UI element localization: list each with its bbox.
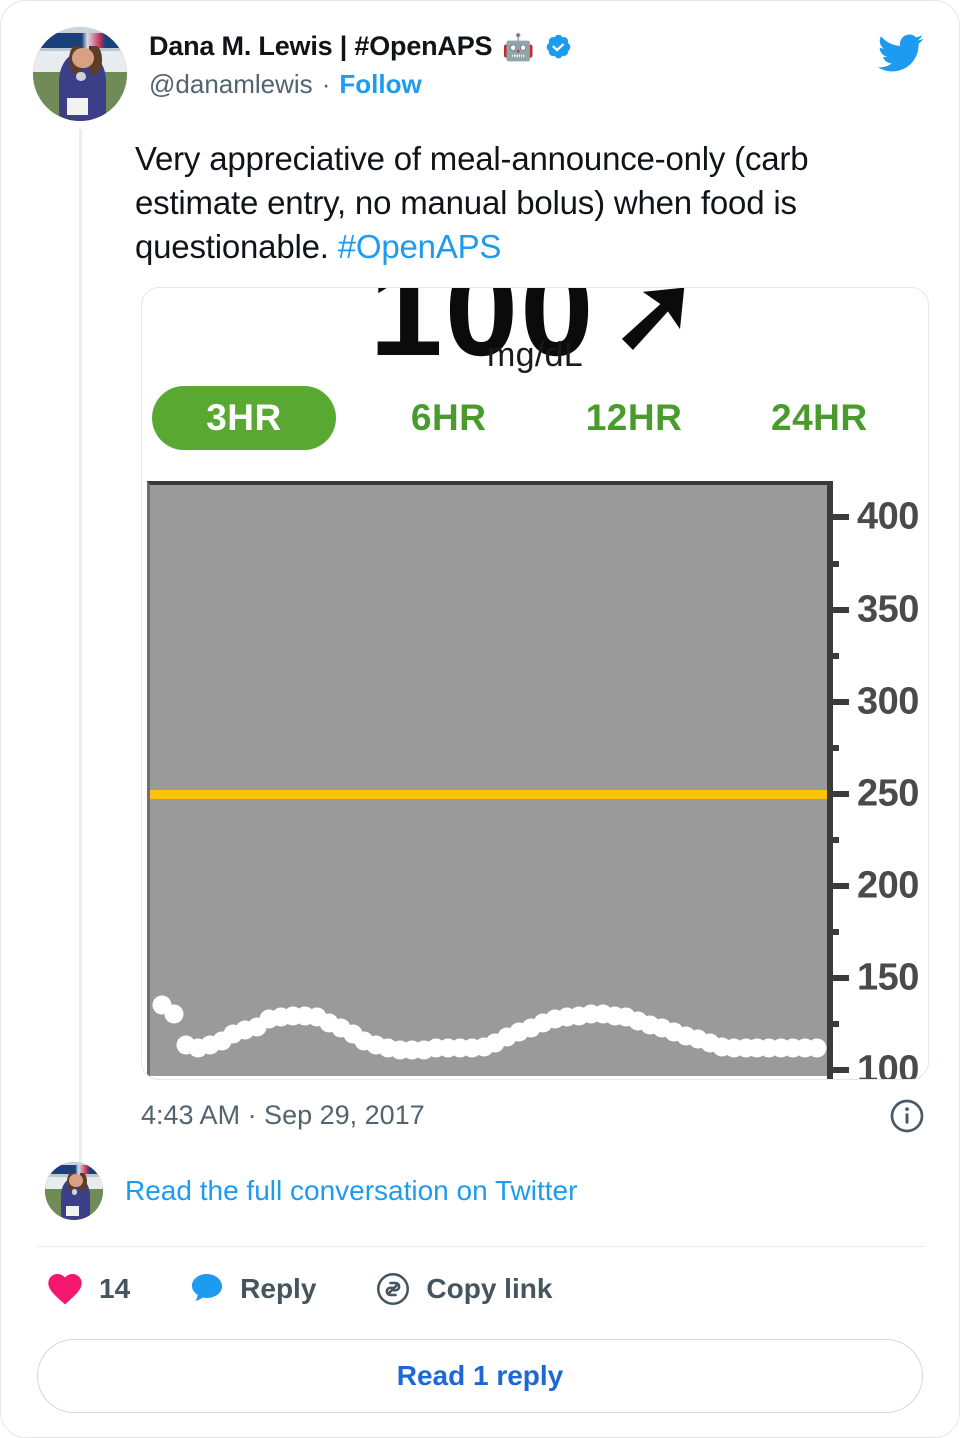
- glucose-unit-label: mg/dL: [487, 335, 583, 374]
- read-full-conversation-link[interactable]: Read the full conversation on Twitter: [125, 1175, 577, 1207]
- y-axis-major-tick: [827, 883, 849, 890]
- y-axis-label: 200: [857, 864, 919, 907]
- twitter-bird-icon: [871, 29, 929, 77]
- conversation-row: Read the full conversation on Twitter: [45, 1161, 925, 1220]
- tweet-text: Very appreciative of meal-announce-only …: [135, 137, 925, 269]
- tweet-timestamp: 4:43 AM · Sep 29, 2017: [141, 1100, 425, 1131]
- like-count: 14: [99, 1272, 131, 1304]
- copy-link-label: Copy link: [426, 1272, 553, 1304]
- y-axis-major-tick: [827, 514, 849, 521]
- tab-3hr[interactable]: 3HR: [152, 385, 336, 450]
- time-range-tabs: 3HR 6HR 12HR 24HR: [142, 385, 928, 450]
- glucose-data-point: [164, 1004, 184, 1024]
- avatar[interactable]: [33, 27, 127, 121]
- glucose-graph-plot-area[interactable]: [147, 480, 827, 1076]
- read-replies-button[interactable]: Read 1 reply: [37, 1338, 923, 1413]
- y-axis-label: 250: [857, 772, 919, 815]
- y-axis-major-tick: [827, 698, 849, 705]
- y-axis-minor-tick: [827, 837, 839, 844]
- y-axis-label: 150: [857, 956, 919, 999]
- y-axis-minor-tick: [827, 929, 839, 936]
- tab-12hr[interactable]: 12HR: [541, 386, 726, 450]
- display-name-row: Dana M. Lewis | #OpenAPS 🤖: [149, 31, 572, 62]
- author-block: Dana M. Lewis | #OpenAPS 🤖 @danamlewis ·…: [149, 27, 572, 100]
- robot-emoji-icon: 🤖: [502, 31, 535, 62]
- y-axis-label: 100: [857, 1048, 919, 1080]
- display-name: Dana M. Lewis | #OpenAPS: [149, 31, 493, 61]
- reply-action[interactable]: Reply: [188, 1270, 316, 1308]
- author-handle: @danamlewis: [149, 69, 313, 99]
- hashtag-link[interactable]: #OpenAPS: [338, 228, 502, 265]
- y-axis-label: 400: [857, 495, 919, 538]
- y-axis-minor-tick: [827, 1021, 839, 1028]
- handle-row: @danamlewis · Follow: [149, 69, 572, 100]
- glucose-data-point: [807, 1038, 827, 1058]
- y-axis-minor-tick: [827, 560, 839, 567]
- y-axis-minor-tick: [827, 652, 839, 659]
- link-icon[interactable]: [374, 1270, 412, 1308]
- follow-button[interactable]: Follow: [339, 69, 421, 100]
- handle-separator: ·: [321, 69, 331, 99]
- tweet-header: Dana M. Lewis | #OpenAPS 🤖 @danamlewis ·…: [1, 1, 959, 121]
- y-axis-minor-tick: [827, 744, 839, 751]
- tab-24hr[interactable]: 24HR: [727, 386, 912, 450]
- speech-bubble-icon[interactable]: [188, 1270, 226, 1308]
- y-axis-label: 350: [857, 588, 919, 631]
- info-circle-icon[interactable]: [889, 1098, 925, 1134]
- y-axis-major-tick: [827, 975, 849, 982]
- glucose-y-axis: 400 350 300 250 200 150 100: [827, 480, 927, 1080]
- copy-link-action[interactable]: Copy link: [374, 1270, 552, 1308]
- tab-6hr[interactable]: 6HR: [356, 386, 541, 450]
- embedded-media-cgm-screenshot[interactable]: 100 ➚ mg/dL 3HR 6HR 12HR 24HR 400 350 300 25…: [141, 286, 929, 1080]
- reply-label: Reply: [240, 1272, 317, 1304]
- thread-connector-line: [79, 129, 82, 1181]
- avatar-small[interactable]: [45, 1161, 103, 1220]
- divider: [37, 1245, 925, 1247]
- y-axis-major-tick: [827, 790, 849, 797]
- verified-badge-icon: [545, 33, 572, 60]
- target-glucose-line: [150, 789, 827, 799]
- y-axis-major-tick: [827, 606, 849, 613]
- heart-icon[interactable]: [45, 1269, 85, 1309]
- tweet-actions-bar: 14 Reply Copy link: [45, 1269, 959, 1309]
- y-axis-major-tick: [827, 1067, 849, 1074]
- like-action[interactable]: 14: [45, 1269, 130, 1309]
- y-axis-label: 300: [857, 680, 919, 723]
- tweet-embed-card: Dana M. Lewis | #OpenAPS 🤖 @danamlewis ·…: [0, 0, 960, 1438]
- tweet-meta-row: 4:43 AM · Sep 29, 2017: [141, 1098, 925, 1134]
